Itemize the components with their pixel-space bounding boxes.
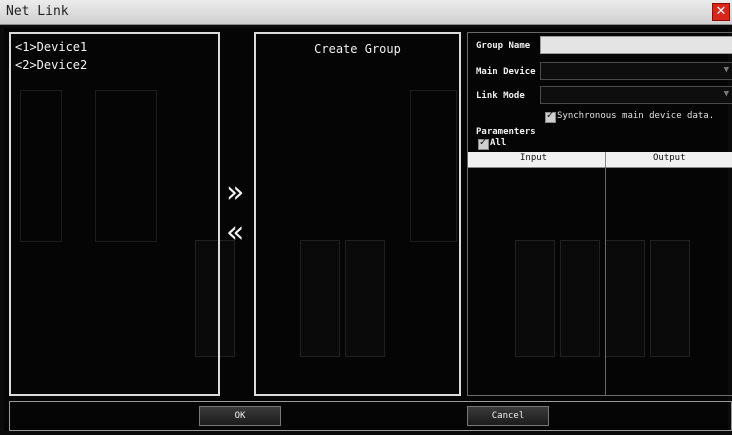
device-list[interactable]: <1>Device1 <2>Device2 xyxy=(9,32,220,396)
checkbox-icon: ✓ xyxy=(546,110,555,121)
parameter-table-header: Input Output xyxy=(468,152,732,168)
group-title: Create Group xyxy=(314,42,401,56)
dropdown-caret-icon: ▼ xyxy=(723,65,729,75)
checkbox-icon: ✓ xyxy=(479,137,488,148)
close-icon[interactable]: ✕ xyxy=(712,3,730,21)
column-separator xyxy=(605,152,606,167)
column-divider xyxy=(605,167,606,395)
main-device-label: Main Device xyxy=(476,67,536,77)
dropdown-caret-icon: ▼ xyxy=(723,89,729,99)
link-mode-select[interactable]: ▼ xyxy=(540,86,732,104)
all-checkbox[interactable]: ✓ xyxy=(478,137,489,150)
group-name-field[interactable] xyxy=(540,36,732,54)
list-item[interactable]: <1>Device1 xyxy=(11,38,218,56)
footer-bar xyxy=(9,401,732,431)
sync-label: Synchronous main device data. xyxy=(557,111,715,121)
group-panel[interactable]: Create Group xyxy=(254,32,461,396)
group-settings: Group Name Main Device ▼ Link Mode ▼ ✓ S… xyxy=(467,32,732,396)
list-item[interactable]: <2>Device2 xyxy=(11,56,218,74)
column-input: Input xyxy=(520,153,548,163)
title-bar: Net Link ✕ xyxy=(0,0,732,25)
column-output: Output xyxy=(653,153,686,163)
arrow-left-icon[interactable]: « xyxy=(226,218,244,248)
window-title: Net Link xyxy=(6,4,69,19)
group-name-label: Group Name xyxy=(476,41,531,51)
ok-button[interactable]: OK xyxy=(199,406,281,426)
sync-checkbox[interactable]: ✓ xyxy=(545,110,556,123)
arrow-right-icon[interactable]: » xyxy=(226,178,244,208)
parameters-label: Paramenters xyxy=(476,127,536,137)
cancel-button[interactable]: Cancel xyxy=(467,406,549,426)
link-mode-label: Link Mode xyxy=(476,91,525,101)
all-label: All xyxy=(490,138,507,148)
main-device-select[interactable]: ▼ xyxy=(540,62,732,80)
